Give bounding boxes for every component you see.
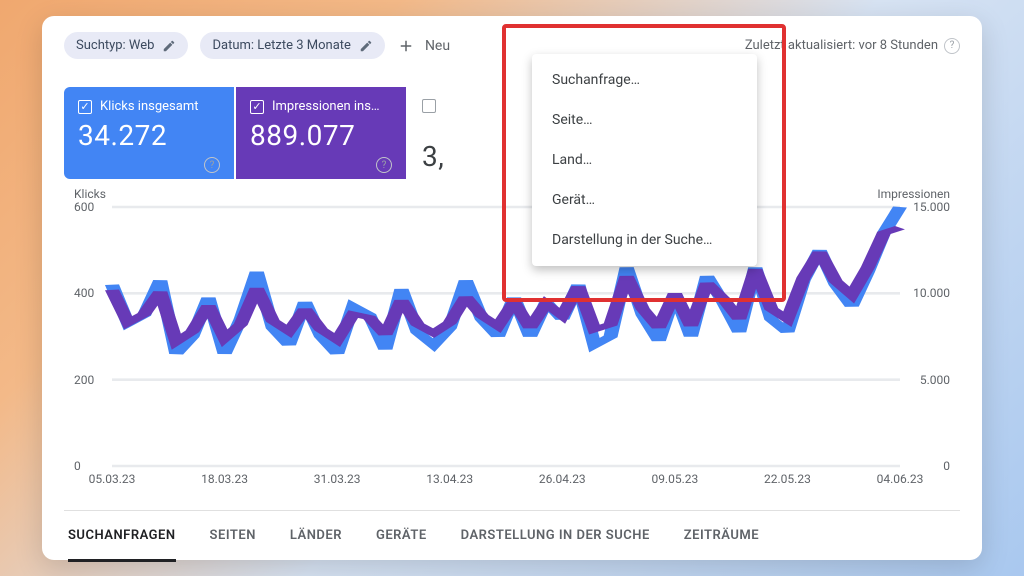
filter-dropdown: Suchanfrage… Seite… Land… Gerät… Darstel…: [532, 54, 757, 266]
xtick: 22.05.23: [764, 472, 811, 486]
ytick-left: 400: [74, 286, 94, 300]
card-value: 889.077: [250, 119, 392, 152]
tab-pages[interactable]: SEITEN: [210, 512, 256, 559]
tab-dates[interactable]: ZEITRÄUME: [684, 512, 759, 559]
add-filter-button[interactable]: Neu: [397, 37, 450, 55]
metric-cards: Klicks insgesamt 34.272 ? Impressionen i…: [64, 87, 960, 179]
checkbox-icon: [422, 99, 436, 113]
filter-chip-searchtype[interactable]: Suchtyp: Web: [64, 32, 188, 59]
xtick: 13.04.23: [426, 472, 473, 486]
xtick: 31.03.23: [314, 472, 361, 486]
line-chart-svg: [112, 207, 900, 466]
xtick: 05.03.23: [89, 472, 136, 486]
pencil-icon: [359, 39, 373, 53]
ytick-right: 10.000: [913, 286, 950, 300]
chart-area: Klicks Impressionen 020040060005.00010.0…: [64, 193, 960, 510]
ytick-right: 15.000: [913, 200, 950, 214]
ytick-left: 600: [74, 200, 94, 214]
add-filter-label: Neu: [425, 38, 450, 54]
tab-devices[interactable]: GERÄTE: [376, 512, 427, 559]
dropdown-item-query[interactable]: Suchanfrage…: [532, 60, 757, 100]
card-label: Klicks insgesamt: [100, 99, 198, 114]
chip-label: Datum: Letzte 3 Monate: [212, 38, 350, 53]
checkbox-icon: [78, 100, 92, 114]
plus-icon: [397, 37, 415, 55]
card-clicks[interactable]: Klicks insgesamt 34.272 ?: [64, 87, 234, 179]
pencil-icon: [162, 39, 176, 53]
help-icon[interactable]: ?: [376, 157, 392, 173]
dropdown-item-device[interactable]: Gerät…: [532, 180, 757, 220]
dimension-tabs: SUCHANFRAGEN SEITEN LÄNDER GERÄTE DARSTE…: [64, 510, 960, 560]
axis-label-left: Klicks: [74, 187, 106, 201]
card-value: 34.272: [78, 119, 220, 152]
dropdown-item-country[interactable]: Land…: [532, 140, 757, 180]
tab-appearance[interactable]: DARSTELLUNG IN DER SUCHE: [461, 512, 650, 559]
card-impressions[interactable]: Impressionen ins… 889.077 ?: [236, 87, 406, 179]
help-icon[interactable]: ?: [944, 38, 960, 54]
xtick: 26.04.23: [539, 472, 586, 486]
last-updated-text: Zuletzt aktualisiert: vor 8 Stunden: [745, 38, 938, 53]
filter-bar: Suchtyp: Web Datum: Letzte 3 Monate Neu …: [64, 32, 960, 59]
axis-label-right: Impressionen: [877, 187, 950, 201]
chip-label: Suchtyp: Web: [76, 38, 154, 53]
card-label: Impressionen ins…: [272, 99, 380, 114]
ytick-right: 5.000: [920, 373, 950, 387]
xtick: 18.03.23: [201, 472, 248, 486]
dropdown-item-search-appearance[interactable]: Darstellung in der Suche…: [532, 220, 757, 260]
performance-panel: Suchtyp: Web Datum: Letzte 3 Monate Neu …: [42, 16, 982, 560]
tab-queries[interactable]: SUCHANFRAGEN: [68, 512, 176, 562]
xtick: 09.05.23: [651, 472, 698, 486]
ytick-left: 0: [74, 459, 81, 473]
filter-chip-date[interactable]: Datum: Letzte 3 Monate: [200, 32, 384, 59]
ytick-right: 0: [943, 459, 950, 473]
dropdown-item-page[interactable]: Seite…: [532, 100, 757, 140]
ytick-left: 200: [74, 373, 94, 387]
chart-plot-box: [112, 207, 900, 466]
checkbox-icon: [250, 100, 264, 114]
help-icon[interactable]: ?: [204, 157, 220, 173]
tab-countries[interactable]: LÄNDER: [290, 512, 342, 559]
xtick: 04.06.23: [877, 472, 924, 486]
last-updated: Zuletzt aktualisiert: vor 8 Stunden ?: [745, 38, 960, 54]
